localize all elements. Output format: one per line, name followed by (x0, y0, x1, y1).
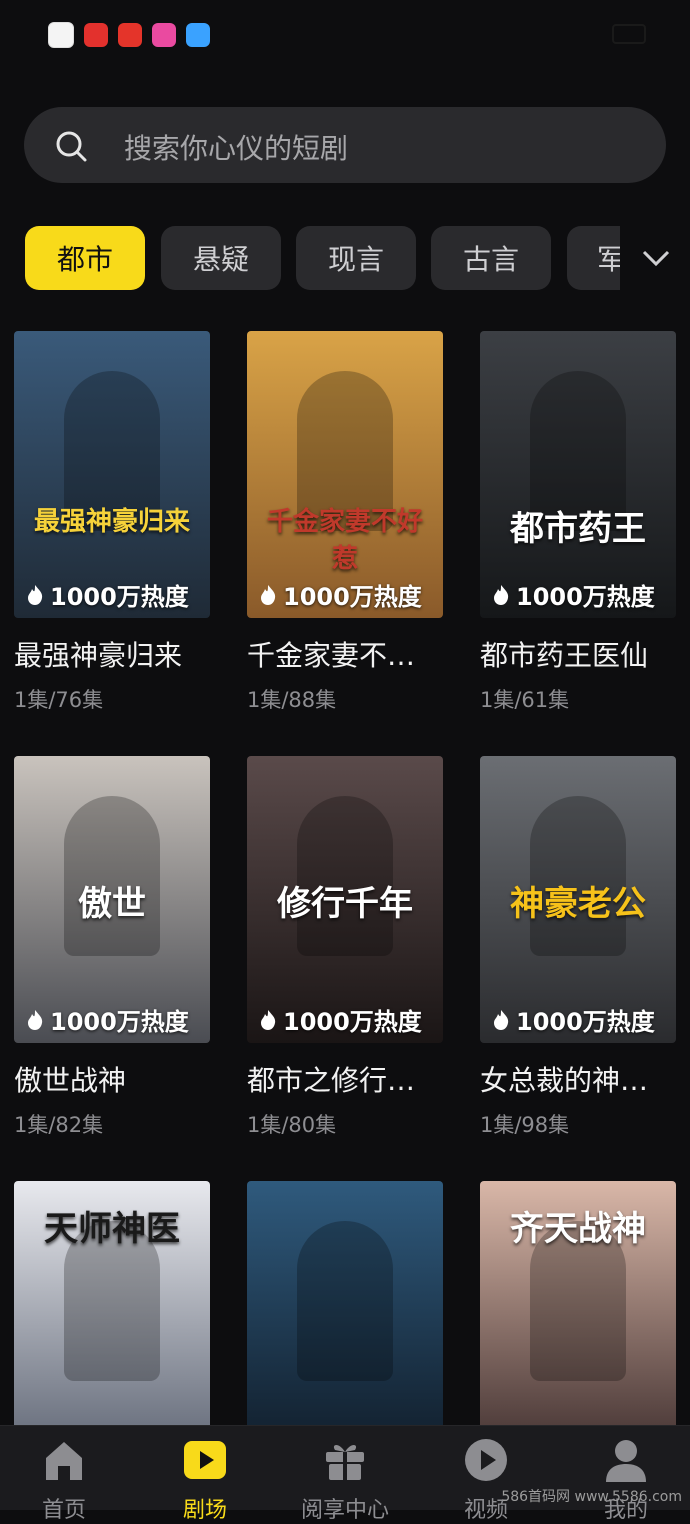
drama-poster[interactable]: 都市药王 1000万热度 (480, 331, 676, 618)
heat-text: 1000万热度 (50, 583, 189, 611)
tab-guyan[interactable]: 古言 (431, 226, 551, 290)
flame-icon (261, 1009, 276, 1030)
drama-title[interactable]: 女总裁的神… (480, 1059, 676, 1099)
nav-reward-center[interactable]: 阅享中心 (285, 1436, 405, 1524)
app-notification-icon (152, 23, 176, 47)
home-icon (46, 1442, 82, 1480)
heat-badge: 1000万热度 (26, 1002, 189, 1037)
play-circle-icon (465, 1439, 507, 1481)
poster-title: 都市药王 (510, 509, 646, 549)
drama-poster[interactable]: 最强神豪归来 1000万热度 (14, 331, 210, 618)
tab-xianyan[interactable]: 现言 (296, 226, 416, 290)
flame-icon (261, 584, 276, 605)
drama-title[interactable]: 傲世战神 (14, 1059, 210, 1099)
nav-profile[interactable]: 我的 (566, 1436, 686, 1524)
drama-card[interactable]: 千金家妻不好惹 1000万热度千金家妻不… 1集/88集 (247, 331, 443, 714)
heat-text: 1000万热度 (516, 1008, 655, 1036)
tab-xuanyi[interactable]: 悬疑 (161, 226, 281, 290)
heat-badge: 1000万热度 (492, 1002, 655, 1037)
battery-icon (612, 24, 646, 44)
poster-title: 神豪老公 (510, 884, 646, 924)
status-bar (0, 0, 690, 70)
gift-icon (326, 1445, 364, 1480)
nav-theater[interactable]: 剧场 (145, 1436, 265, 1524)
poster-title: 齐天战神 (510, 1209, 646, 1249)
heat-text: 1000万热度 (283, 1008, 422, 1036)
heat-text: 1000万热度 (283, 583, 422, 611)
drama-poster[interactable]: 修行千年 1000万热度 (247, 756, 443, 1043)
tab-dushi[interactable]: 都市 (25, 226, 145, 290)
drama-episodes: 1集/82集 (14, 1113, 104, 1137)
search-icon (56, 131, 87, 162)
drama-poster[interactable]: 神豪老公 1000万热度 (480, 756, 676, 1043)
nav-video[interactable]: 视频 (426, 1436, 546, 1524)
app-notification-icon (48, 22, 74, 48)
flame-icon (494, 1009, 509, 1030)
heat-text: 1000万热度 (50, 1008, 189, 1036)
app-notification-icon (186, 23, 210, 47)
drama-episodes: 1集/80集 (247, 1113, 337, 1137)
app-notification-icon (84, 23, 108, 47)
flame-icon (28, 1009, 43, 1030)
chevron-down-icon[interactable] (640, 242, 672, 274)
drama-episodes: 1集/61集 (480, 688, 570, 712)
tab-jun[interactable]: 军 (567, 226, 620, 290)
drama-card[interactable]: 修行千年 1000万热度都市之修行… 1集/80集 (247, 756, 443, 1139)
poster-title: 最强神豪归来 (33, 507, 190, 537)
drama-title[interactable]: 都市药王医仙 (480, 634, 676, 674)
bottom-nav: 首页 剧场 阅享中心 视频 我的 586首码网 www.5586.com (0, 1425, 690, 1523)
heat-badge: 1000万热度 (26, 577, 189, 612)
drama-poster[interactable]: 傲世 1000万热度 (14, 756, 210, 1043)
drama-title[interactable]: 千金家妻不… (247, 634, 443, 674)
category-tabs: 都市 悬疑 现言 古言 军 (25, 226, 620, 290)
flame-icon (494, 584, 509, 605)
drama-card[interactable]: 傲世 1000万热度傲世战神 1集/82集 (14, 756, 210, 1139)
heat-text: 1000万热度 (516, 583, 655, 611)
status-right (598, 24, 646, 44)
drama-card[interactable]: 神豪老公 1000万热度女总裁的神… 1集/98集 (480, 756, 676, 1139)
search-placeholder: 搜索你心仪的短剧 (124, 132, 349, 165)
heat-badge: 1000万热度 (259, 577, 422, 612)
nav-home[interactable]: 首页 (4, 1436, 124, 1524)
heat-badge: 1000万热度 (259, 1002, 422, 1037)
flame-icon (28, 584, 43, 605)
drama-episodes: 1集/98集 (480, 1113, 570, 1137)
drama-title[interactable]: 最强神豪归来 (14, 634, 210, 674)
drama-card[interactable]: 都市药王 1000万热度都市药王医仙 1集/61集 (480, 331, 676, 714)
watermark: 586首码网 www.5586.com (501, 1489, 682, 1505)
poster-title: 天师神医 (44, 1209, 180, 1249)
poster-title: 傲世 (78, 884, 146, 924)
user-icon (606, 1440, 646, 1482)
nav-label: 阅享中心 (300, 1498, 389, 1523)
heat-badge: 1000万热度 (492, 577, 655, 612)
poster-figure (297, 1221, 393, 1381)
nav-label: 首页 (41, 1498, 86, 1523)
poster-title: 千金家妻不好惹 (266, 507, 423, 574)
play-square-icon (184, 1441, 226, 1479)
drama-title[interactable]: 都市之修行… (247, 1059, 443, 1099)
drama-episodes: 1集/76集 (14, 688, 104, 712)
drama-card[interactable]: 最强神豪归来 1000万热度 最强神豪归来 1集/76集 (14, 331, 210, 714)
poster-title: 修行千年 (277, 884, 413, 924)
drama-poster[interactable]: 千金家妻不好惹 1000万热度 (247, 331, 443, 618)
drama-episodes: 1集/88集 (247, 688, 337, 712)
status-left (38, 22, 210, 48)
nav-label: 剧场 (182, 1498, 227, 1523)
search-bar[interactable]: 搜索你心仪的短剧 (24, 107, 666, 183)
app-notification-icon (118, 23, 142, 47)
